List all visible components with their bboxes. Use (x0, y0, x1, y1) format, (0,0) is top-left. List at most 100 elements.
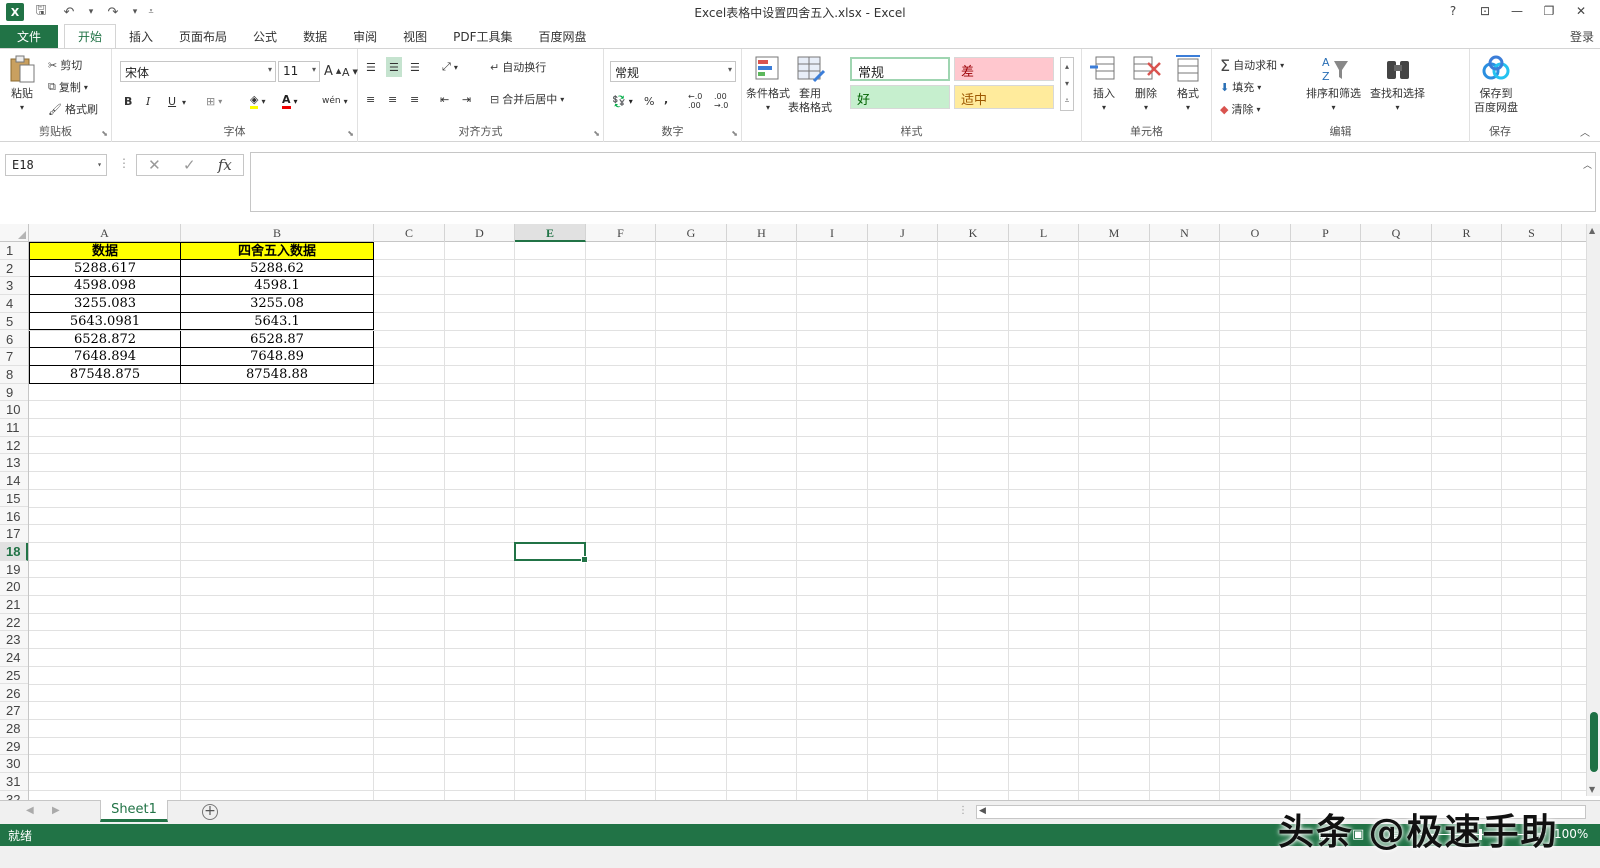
column-header[interactable]: O (1220, 224, 1291, 242)
increase-indent-icon[interactable]: ⇥ (462, 89, 471, 109)
row-header[interactable]: 11 (0, 419, 28, 437)
table-cell[interactable]: 7648.894 (29, 348, 181, 366)
column-header[interactable]: Q (1361, 224, 1432, 242)
style-normal[interactable]: 常规 (850, 57, 950, 81)
column-header[interactable]: C (374, 224, 445, 242)
table-cell[interactable]: 5643.0981 (29, 312, 181, 331)
add-sheet-button[interactable]: + (202, 804, 218, 820)
sign-in-link[interactable]: 登录 (1570, 28, 1594, 45)
align-right-icon[interactable]: ≡ (410, 89, 419, 109)
enter-icon[interactable]: ✓ (183, 156, 196, 174)
sheet-tab-sheet1[interactable]: Sheet1 (100, 800, 168, 822)
row-header[interactable]: 31 (0, 773, 28, 791)
column-header[interactable]: B (181, 224, 374, 242)
cells-area[interactable]: 数据 四舍五入数据 5288.617 5288.62 4598.098 4598.1 325… (29, 242, 1586, 800)
table-header-cell[interactable]: 数据 (29, 242, 181, 260)
column-header[interactable]: F (586, 224, 656, 242)
row-header[interactable]: 27 (0, 702, 28, 720)
name-box[interactable]: E18 ▾ (5, 154, 107, 176)
help-icon[interactable]: ? (1440, 2, 1466, 20)
row-header[interactable]: 4 (0, 295, 28, 313)
font-size-dropdown-icon[interactable]: ▾ (312, 65, 316, 74)
autosum-button[interactable]: Σ 自动求和 ▾ (1220, 55, 1284, 75)
tab-pdf-tools[interactable]: PDF工具集 (440, 25, 525, 49)
row-header[interactable]: 6 (0, 331, 28, 349)
row-header[interactable]: 3 (0, 277, 28, 296)
save-icon[interactable]: 🖫 (30, 1, 52, 23)
table-header-cell[interactable]: 四舍五入数据 (181, 242, 374, 260)
decrease-indent-icon[interactable]: ⇤ (440, 89, 449, 109)
column-header[interactable]: S (1502, 224, 1562, 242)
row-header[interactable]: 17 (0, 525, 28, 543)
scroll-down-icon[interactable]: ▼ (1589, 785, 1595, 794)
column-header[interactable]: J (868, 224, 938, 242)
tab-insert[interactable]: 插入 (116, 25, 166, 49)
minimize-icon[interactable]: — (1504, 2, 1530, 20)
tab-page-layout[interactable]: 页面布局 (166, 25, 240, 49)
paste-button[interactable]: 粘贴 ▾ (6, 53, 38, 115)
row-header[interactable]: 14 (0, 472, 28, 490)
undo-icon[interactable]: ↶ (58, 5, 80, 20)
row-header[interactable]: 18 (0, 542, 28, 561)
format-cells-button[interactable]: 格式 ▾ (1172, 53, 1204, 115)
active-cell-e18[interactable] (514, 541, 588, 563)
align-bottom-icon[interactable]: ☰ (410, 57, 420, 77)
format-painter-button[interactable]: 🖌 格式刷 (48, 99, 98, 119)
insert-cells-button[interactable]: 插入 ▾ (1088, 53, 1120, 115)
merge-dropdown-icon[interactable]: ▾ (560, 95, 564, 104)
row-header[interactable]: 19 (0, 561, 28, 579)
paste-dropdown-icon[interactable]: ▾ (20, 101, 24, 115)
fill-color-icon[interactable]: ◈ ▾ (250, 91, 265, 111)
number-launcher-icon[interactable]: ⬊ (731, 129, 738, 138)
next-sheet-icon[interactable]: ▶ (52, 805, 60, 816)
formula-input[interactable] (250, 152, 1596, 212)
tab-home[interactable]: 开始 (64, 24, 117, 49)
table-cell[interactable]: 3255.083 (29, 295, 181, 313)
table-cell[interactable]: 7648.89 (181, 348, 374, 366)
column-header[interactable]: P (1291, 224, 1361, 242)
number-format-combo[interactable]: 常规 ▾ (610, 61, 736, 82)
comma-style-button[interactable]: , (664, 89, 668, 109)
font-launcher-icon[interactable]: ⬊ (347, 129, 354, 138)
tab-formulas[interactable]: 公式 (240, 25, 290, 49)
row-header[interactable]: 7 (0, 348, 28, 366)
row-header[interactable]: 23 (0, 631, 28, 650)
row-header[interactable]: 32 (0, 791, 28, 800)
conditional-formatting-dropdown-icon[interactable]: ▾ (766, 101, 770, 115)
prev-sheet-icon[interactable]: ◀ (26, 805, 34, 816)
column-header[interactable]: L (1009, 224, 1079, 242)
name-box-dropdown-icon[interactable]: ▾ (97, 160, 102, 169)
font-color-icon[interactable]: A ▾ (282, 91, 298, 111)
borders-icon[interactable]: ⊞ ▾ (206, 91, 222, 111)
row-header[interactable]: 12 (0, 437, 28, 455)
row-header[interactable]: 29 (0, 738, 28, 756)
font-size-combo[interactable]: 11 ▾ (278, 61, 320, 82)
wrap-text-button[interactable]: ↵ 自动换行 (490, 57, 546, 77)
collapse-ribbon-icon[interactable]: ︿ (1580, 124, 1590, 139)
table-cell[interactable]: 87548.875 (29, 365, 181, 384)
decrease-decimal-icon[interactable]: .00 →.0 (714, 91, 728, 111)
row-header[interactable]: 13 (0, 454, 28, 473)
row-header[interactable]: 26 (0, 685, 28, 703)
worksheet-grid[interactable]: ABCDEFGHIJKLMNOPQRS 1 2 3 4 5 6 7 8 9 10 11 12 13 14 1… (0, 224, 1586, 800)
font-name-dropdown-icon[interactable]: ▾ (268, 65, 272, 74)
row-header[interactable]: 5 (0, 313, 28, 331)
row-header[interactable]: 30 (0, 755, 28, 773)
table-cell[interactable]: 3255.08 (181, 295, 374, 313)
copy-dropdown-icon[interactable]: ▾ (84, 83, 88, 92)
grow-font-icon[interactable]: A ▲ (324, 61, 341, 81)
select-all-button[interactable] (0, 224, 29, 242)
zoom-level[interactable]: 100% (1554, 827, 1588, 841)
row-header[interactable]: 24 (0, 649, 28, 667)
column-header[interactable]: N (1150, 224, 1220, 242)
insert-function-button[interactable]: fx (218, 156, 232, 174)
customize-qat-icon[interactable]: ⩡ (146, 7, 156, 17)
underline-button[interactable]: U (168, 91, 176, 111)
tab-split-handle-icon[interactable]: ⋮ (958, 805, 968, 816)
underline-dropdown-icon[interactable]: ▾ (182, 92, 186, 112)
number-format-dropdown-icon[interactable]: ▾ (728, 65, 732, 74)
clear-button[interactable]: ◆ 清除 ▾ (1220, 99, 1260, 119)
align-center-icon[interactable]: ≡ (388, 89, 397, 109)
column-header[interactable]: G (656, 224, 727, 242)
row-header[interactable]: 16 (0, 508, 28, 526)
